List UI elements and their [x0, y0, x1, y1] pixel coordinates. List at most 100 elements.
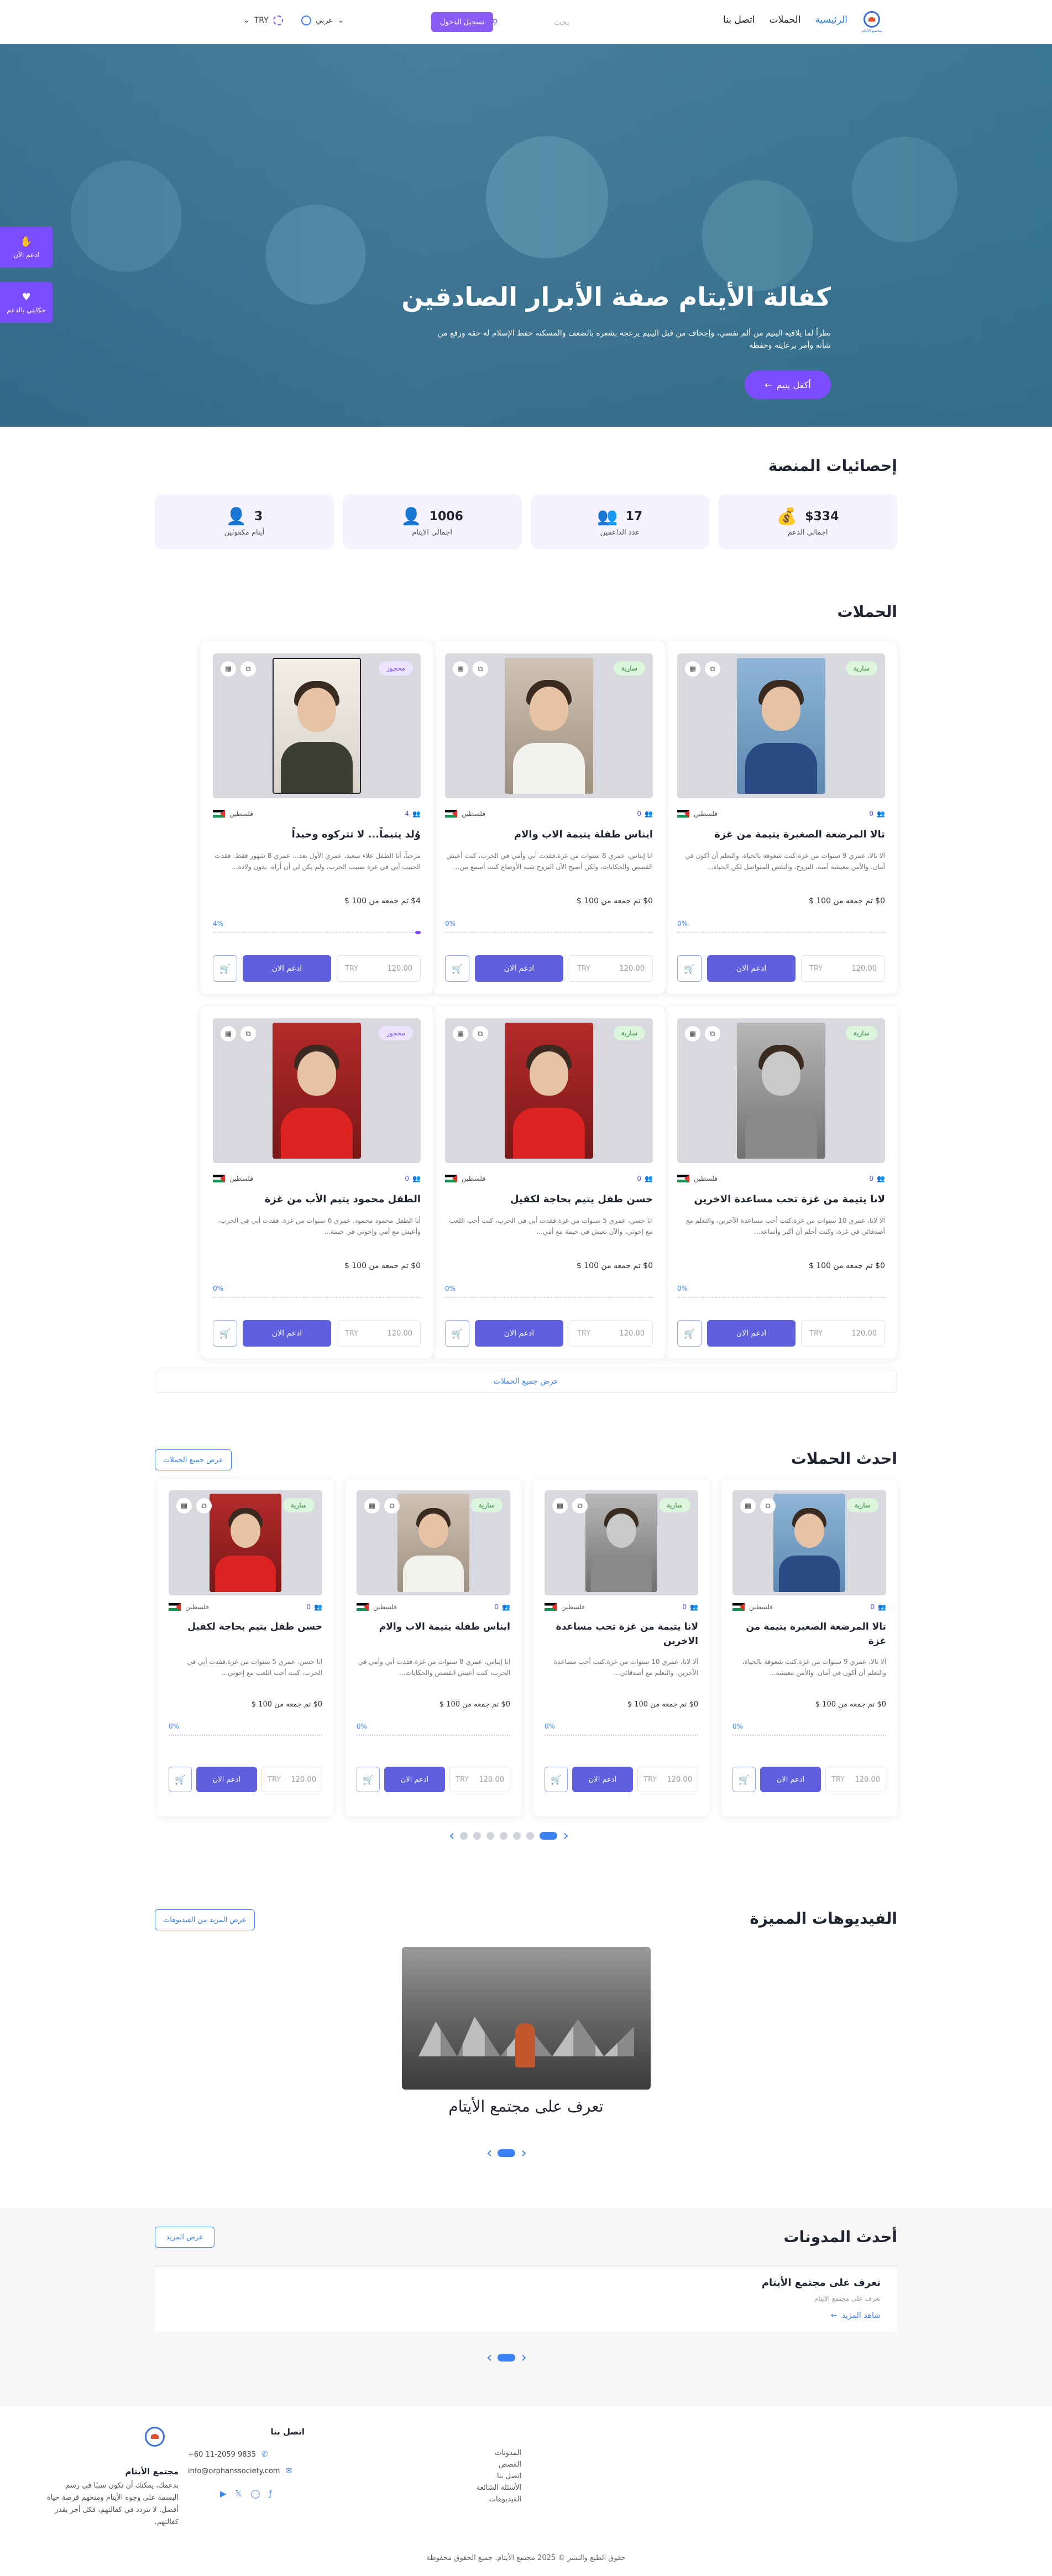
calendar-icon[interactable]: ▦ [221, 1026, 236, 1041]
amount-input[interactable]: TRY 120.00 [337, 1320, 421, 1347]
carousel-dot[interactable] [473, 1832, 481, 1840]
amount-input[interactable]: TRY 120.00 [337, 955, 421, 982]
calendar-icon[interactable]: ▦ [740, 1498, 756, 1514]
campaign-image[interactable]: سارية ⧉ ▦ [732, 1490, 886, 1595]
campaign-title[interactable]: وُلد يتيماً... لا تتركوه وحيداً [213, 827, 421, 842]
campaign-image[interactable]: سارية ⧉ ▦ [445, 1018, 653, 1163]
calendar-icon[interactable]: ▦ [453, 661, 468, 677]
support-now-button[interactable]: ادعم الان [572, 1767, 633, 1792]
x-icon[interactable]: 𝕏 [235, 2489, 242, 2499]
campaign-image[interactable]: سارية ⧉ ▦ [445, 653, 653, 798]
carousel-prev-icon[interactable]: ‹ [486, 2349, 492, 2366]
amount-input[interactable]: TRY 120.00 [569, 955, 653, 982]
more-videos-button[interactable]: عرض المزيد من الفيديوهات [155, 1909, 255, 1930]
carousel-dot-active[interactable] [498, 2149, 516, 2157]
campaign-title[interactable]: لانا يتيمة من غزة تحب مساعدة الاخرين [677, 1192, 885, 1207]
amount-input[interactable]: TRY 120.00 [261, 1767, 322, 1792]
campaign-card[interactable]: سارية ⧉ ▦ 👥 0 فلسطين حسن طفل يتيم بحاجة ل… [158, 1479, 333, 1816]
amount-input[interactable]: TRY 120.00 [637, 1767, 698, 1792]
support-now-button[interactable]: ادعم الان [760, 1767, 821, 1792]
share-icon[interactable]: ⧉ [240, 661, 256, 677]
amount-input[interactable]: TRY 120.00 [449, 1767, 510, 1792]
add-to-cart-button[interactable]: 🛒 [677, 1320, 702, 1347]
carousel-dot[interactable] [513, 1832, 521, 1840]
campaign-title[interactable]: ايناس طفلة يتيمة الاب والام [445, 827, 653, 842]
amount-input[interactable]: TRY 120.00 [825, 1767, 886, 1792]
support-now-button[interactable]: ادعم الان [196, 1767, 257, 1792]
share-icon[interactable]: ⧉ [240, 1026, 256, 1041]
campaign-image[interactable]: محجوز ⧉ ▦ [213, 1018, 421, 1163]
carousel-next-icon[interactable]: › [521, 2145, 526, 2161]
calendar-icon[interactable]: ▦ [176, 1498, 192, 1514]
add-to-cart-button[interactable]: 🛒 [677, 955, 702, 982]
share-icon[interactable]: ⧉ [705, 1026, 720, 1041]
view-all-campaigns-button[interactable]: عرض جميع الحملات [155, 1370, 897, 1393]
view-all-latest-button[interactable]: عرض جميع الحملات [155, 1449, 232, 1470]
youtube-icon[interactable]: ▶ [220, 2489, 227, 2499]
carousel-dot[interactable] [526, 1832, 535, 1840]
side-tab-support-now[interactable]: ✋ ادعم الآن [0, 227, 53, 268]
campaign-title[interactable]: تالا المرضعة الصغيرة يتيمة من غزة [732, 1620, 886, 1648]
carousel-dot[interactable] [460, 1832, 468, 1840]
campaign-card[interactable]: سارية ⧉ ▦ 👥 0 فلسطين ايناس طفلة يتيمة الا… [433, 641, 665, 994]
nav-link-home[interactable]: الرئيسية [815, 14, 847, 25]
sponsor-orphan-button[interactable]: أكفل يتيم ← [745, 370, 831, 399]
calendar-icon[interactable]: ▦ [364, 1498, 380, 1514]
add-to-cart-button[interactable]: 🛒 [213, 1320, 237, 1347]
campaign-title[interactable]: الطفل محمود يتيم الأب من غزة [213, 1192, 421, 1207]
carousel-next-icon[interactable]: › [521, 2349, 526, 2366]
campaign-title[interactable]: ايناس طفلة يتيمة الاب والام [357, 1620, 510, 1634]
calendar-icon[interactable]: ▦ [453, 1026, 468, 1041]
footer-phone[interactable]: +60 11-2059 9835 ✆ [188, 2450, 292, 2459]
share-icon[interactable]: ⧉ [473, 1026, 488, 1041]
carousel-dot-active[interactable] [498, 2354, 516, 2362]
campaign-card[interactable]: سارية ⧉ ▦ 👥 0 فلسطين حسن طفل يتيم بحاجة ل… [433, 1006, 665, 1359]
site-logo[interactable]: مجتمع الأيتام [857, 8, 886, 36]
campaign-image[interactable]: سارية ⧉ ▦ [677, 653, 885, 798]
campaign-card[interactable]: سارية ⧉ ▦ 👥 0 فلسطين لانا يتيمة من غزة تح… [533, 1479, 709, 1816]
campaign-card[interactable]: سارية ⧉ ▦ 👥 0 فلسطين ايناس طفلة يتيمة الا… [346, 1479, 521, 1816]
carousel-dot[interactable] [500, 1832, 508, 1840]
footer-email[interactable]: info@orphanssociety.com ✉ [188, 2467, 292, 2475]
campaign-title[interactable]: حسن طفل يتيم بحاجة لكفيل [445, 1192, 653, 1207]
login-button[interactable]: تسجيل الدخول [431, 12, 493, 32]
amount-input[interactable]: TRY 120.00 [801, 955, 885, 982]
campaign-image[interactable]: سارية ⧉ ▦ [545, 1490, 698, 1595]
campaign-card[interactable]: محجوز ⧉ ▦ 👥 4 فلسطين وُلد يتيماً... لا تت… [201, 641, 433, 994]
support-now-button[interactable]: ادعم الان [475, 1320, 563, 1347]
featured-video-thumbnail[interactable] [402, 1947, 651, 2090]
add-to-cart-button[interactable]: 🛒 [445, 1320, 469, 1347]
currency-selector[interactable]: TRY ⌄ [243, 15, 283, 25]
share-icon[interactable]: ⧉ [760, 1498, 776, 1514]
carousel-next-icon[interactable]: › [563, 1828, 568, 1844]
campaign-title[interactable]: لانا يتيمة من غزة تحب مساعدة الاخرين [545, 1620, 698, 1648]
support-now-button[interactable]: ادعم الان [243, 955, 331, 982]
share-icon[interactable]: ⧉ [196, 1498, 212, 1514]
add-to-cart-button[interactable]: 🛒 [213, 955, 237, 982]
campaign-card[interactable]: سارية ⧉ ▦ 👥 0 فلسطين تالا المرضعة الصغيرة… [721, 1479, 897, 1816]
amount-input[interactable]: TRY 120.00 [569, 1320, 653, 1347]
share-icon[interactable]: ⧉ [473, 661, 488, 677]
footer-link-blogs[interactable]: المدونات [477, 2449, 521, 2457]
campaign-image[interactable]: سارية ⧉ ▦ [169, 1490, 322, 1595]
support-now-button[interactable]: ادعم الان [707, 1320, 795, 1347]
campaign-title[interactable]: حسن طفل يتيم بحاجة لكفيل [169, 1620, 322, 1634]
facebook-icon[interactable]: ƒ [269, 2489, 271, 2499]
footer-link-stories[interactable]: القصص [477, 2460, 521, 2469]
calendar-icon[interactable]: ▦ [221, 661, 236, 677]
support-now-button[interactable]: ادعم الان [384, 1767, 445, 1792]
instagram-icon[interactable]: ◯ [251, 2489, 260, 2499]
amount-input[interactable]: TRY 120.00 [801, 1320, 885, 1347]
carousel-dot[interactable] [486, 1832, 495, 1840]
campaign-card[interactable]: سارية ⧉ ▦ 👥 0 فلسطين تالا المرضعة الصغيرة… [665, 641, 897, 994]
support-now-button[interactable]: ادعم الان [475, 955, 563, 982]
more-blogs-button[interactable]: عرض المزيد [155, 2227, 214, 2248]
add-to-cart-button[interactable]: 🛒 [357, 1767, 380, 1792]
carousel-prev-icon[interactable]: ‹ [486, 2145, 492, 2161]
share-icon[interactable]: ⧉ [384, 1498, 400, 1514]
campaign-card[interactable]: سارية ⧉ ▦ 👥 0 فلسطين لانا يتيمة من غزة تح… [665, 1006, 897, 1359]
add-to-cart-button[interactable]: 🛒 [545, 1767, 568, 1792]
support-now-button[interactable]: ادعم الان [243, 1320, 331, 1347]
campaign-image[interactable]: سارية ⧉ ▦ [677, 1018, 885, 1163]
search-box[interactable]: بحث ⚲ [486, 12, 575, 32]
